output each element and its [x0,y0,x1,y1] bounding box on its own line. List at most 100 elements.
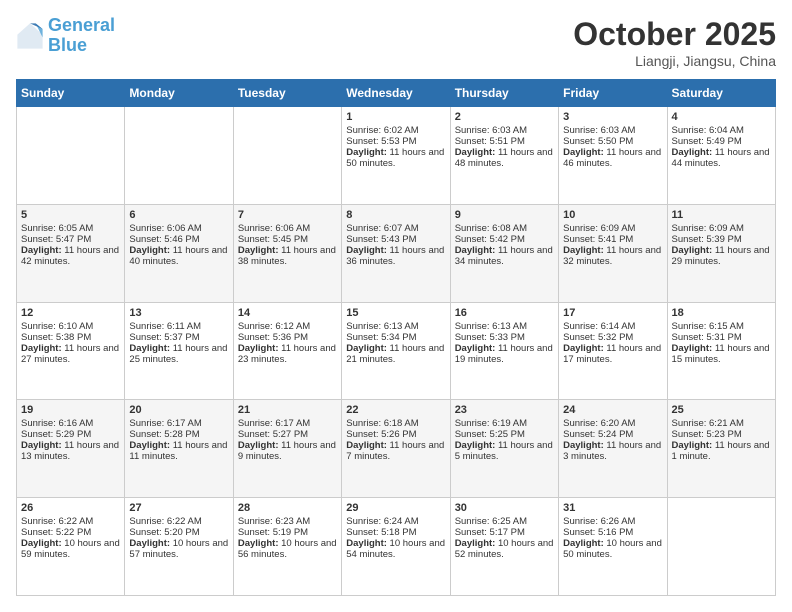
calendar-cell: 24Sunrise: 6:20 AMSunset: 5:24 PMDayligh… [559,400,667,498]
calendar-cell: 15Sunrise: 6:13 AMSunset: 5:34 PMDayligh… [342,302,450,400]
daylight-label: Daylight: [563,440,606,451]
day-number: 20 [129,404,228,416]
calendar-cell: 23Sunrise: 6:19 AMSunset: 5:25 PMDayligh… [450,400,558,498]
daylight-label: Daylight: [238,440,281,451]
weekday-row: SundayMondayTuesdayWednesdayThursdayFrid… [17,80,776,107]
calendar-body: 1Sunrise: 6:02 AMSunset: 5:53 PMDaylight… [17,107,776,596]
cell-text-line: Sunset: 5:47 PM [21,234,91,245]
calendar-cell [17,107,125,205]
day-number: 3 [563,111,662,123]
daylight-label: Daylight: [238,343,281,354]
cell-text-line: Sunrise: 6:10 AM [21,321,93,332]
cell-text-line: Sunset: 5:22 PM [21,527,91,538]
cell-text-line: Sunset: 5:37 PM [129,332,199,343]
cell-text-line: Sunset: 5:27 PM [238,429,308,440]
calendar-cell: 3Sunrise: 6:03 AMSunset: 5:50 PMDaylight… [559,107,667,205]
daylight-label: Daylight: [21,440,64,451]
day-number: 18 [672,307,771,319]
calendar-header: SundayMondayTuesdayWednesdayThursdayFrid… [17,80,776,107]
calendar-week-1: 1Sunrise: 6:02 AMSunset: 5:53 PMDaylight… [17,107,776,205]
daylight-label: Daylight: [563,343,606,354]
cell-text-line: Sunrise: 6:13 AM [455,321,527,332]
day-number: 5 [21,209,120,221]
day-number: 2 [455,111,554,123]
cell-text-line: Sunset: 5:42 PM [455,234,525,245]
weekday-header-sunday: Sunday [17,80,125,107]
cell-text-line: Sunset: 5:23 PM [672,429,742,440]
calendar-cell [233,107,341,205]
cell-text-line: Sunrise: 6:22 AM [21,516,93,527]
daylight-label: Daylight: [346,245,389,256]
cell-text-line: Sunset: 5:20 PM [129,527,199,538]
cell-text-line: Sunset: 5:32 PM [563,332,633,343]
calendar-cell: 28Sunrise: 6:23 AMSunset: 5:19 PMDayligh… [233,498,341,596]
day-number: 28 [238,502,337,514]
day-number: 15 [346,307,445,319]
cell-text-line: Sunrise: 6:15 AM [672,321,744,332]
cell-text-line: Sunrise: 6:24 AM [346,516,418,527]
daylight-label: Daylight: [455,343,498,354]
calendar-cell: 8Sunrise: 6:07 AMSunset: 5:43 PMDaylight… [342,204,450,302]
day-number: 31 [563,502,662,514]
day-number: 22 [346,404,445,416]
daylight-label: Daylight: [238,245,281,256]
day-number: 13 [129,307,228,319]
calendar-cell [125,107,233,205]
location: Liangji, Jiangsu, China [573,53,776,69]
daylight-label: Daylight: [455,245,498,256]
cell-text-line: Sunrise: 6:04 AM [672,125,744,136]
calendar-cell: 20Sunrise: 6:17 AMSunset: 5:28 PMDayligh… [125,400,233,498]
calendar-cell: 6Sunrise: 6:06 AMSunset: 5:46 PMDaylight… [125,204,233,302]
calendar-cell: 9Sunrise: 6:08 AMSunset: 5:42 PMDaylight… [450,204,558,302]
cell-text-line: Sunrise: 6:13 AM [346,321,418,332]
cell-text-line: Sunrise: 6:06 AM [238,223,310,234]
title-block: October 2025 Liangji, Jiangsu, China [573,16,776,69]
day-number: 23 [455,404,554,416]
calendar-cell: 10Sunrise: 6:09 AMSunset: 5:41 PMDayligh… [559,204,667,302]
cell-text-line: Sunset: 5:46 PM [129,234,199,245]
weekday-header-monday: Monday [125,80,233,107]
daylight-label: Daylight: [21,538,64,549]
weekday-header-saturday: Saturday [667,80,775,107]
daylight-label: Daylight: [238,538,281,549]
cell-text-line: Sunrise: 6:19 AM [455,418,527,429]
cell-text-line: Sunset: 5:31 PM [672,332,742,343]
cell-text-line: Sunset: 5:33 PM [455,332,525,343]
daylight-label: Daylight: [21,245,64,256]
weekday-header-thursday: Thursday [450,80,558,107]
calendar-cell: 4Sunrise: 6:04 AMSunset: 5:49 PMDaylight… [667,107,775,205]
daylight-label: Daylight: [672,147,715,158]
cell-text-line: Sunrise: 6:07 AM [346,223,418,234]
cell-text-line: Sunset: 5:19 PM [238,527,308,538]
calendar-cell: 14Sunrise: 6:12 AMSunset: 5:36 PMDayligh… [233,302,341,400]
calendar-cell: 11Sunrise: 6:09 AMSunset: 5:39 PMDayligh… [667,204,775,302]
day-number: 6 [129,209,228,221]
calendar-week-3: 12Sunrise: 6:10 AMSunset: 5:38 PMDayligh… [17,302,776,400]
cell-text-line: Sunset: 5:26 PM [346,429,416,440]
cell-text-line: Sunrise: 6:17 AM [238,418,310,429]
month-title: October 2025 [573,16,776,53]
calendar-week-5: 26Sunrise: 6:22 AMSunset: 5:22 PMDayligh… [17,498,776,596]
cell-text-line: Sunset: 5:41 PM [563,234,633,245]
cell-text-line: Sunrise: 6:08 AM [455,223,527,234]
day-number: 7 [238,209,337,221]
calendar-cell: 5 Sunrise: 6:05 AMSunset: 5:47 PMDaylight… [17,204,125,302]
cell-text-line: Sunrise: 6:06 AM [129,223,201,234]
calendar-cell: 30Sunrise: 6:25 AMSunset: 5:17 PMDayligh… [450,498,558,596]
cell-text-line: Sunset: 5:24 PM [563,429,633,440]
calendar-cell: 7Sunrise: 6:06 AMSunset: 5:45 PMDaylight… [233,204,341,302]
calendar-week-2: 5Sunrise: 6:05 AMSunset: 5:47 PMDaylight… [17,204,776,302]
daylight-label: Daylight: [346,343,389,354]
logo: General Blue [16,16,115,56]
cell-text-line: Sunrise: 6:20 AM [563,418,635,429]
calendar-cell: 22Sunrise: 6:18 AMSunset: 5:26 PMDayligh… [342,400,450,498]
cell-text-line: Sunrise: 6:05 AM [21,223,93,234]
day-number: 19 [21,404,120,416]
day-number: 8 [346,209,445,221]
calendar-cell: 26Sunrise: 6:22 AMSunset: 5:22 PMDayligh… [17,498,125,596]
calendar-cell: 27Sunrise: 6:22 AMSunset: 5:20 PMDayligh… [125,498,233,596]
cell-text-line: Sunrise: 6:25 AM [455,516,527,527]
logo-icon [16,22,44,50]
calendar-cell: 16Sunrise: 6:13 AMSunset: 5:33 PMDayligh… [450,302,558,400]
weekday-header-tuesday: Tuesday [233,80,341,107]
